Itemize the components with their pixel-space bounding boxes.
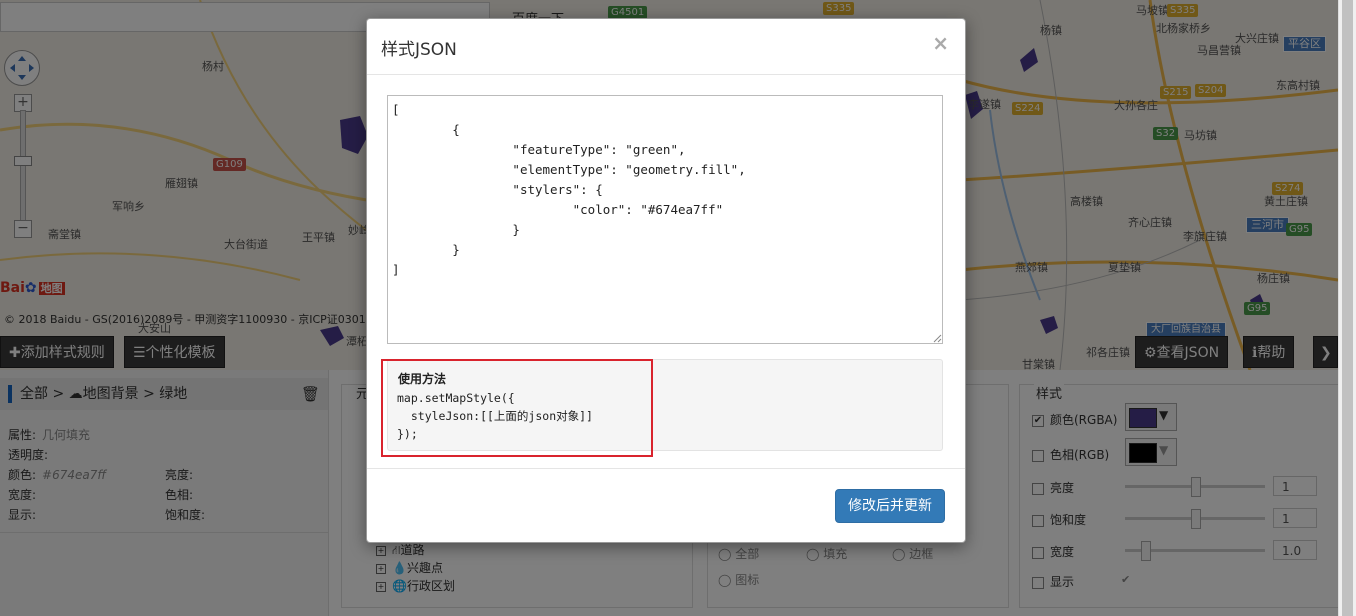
dialog-header: 样式JSON × (367, 19, 965, 75)
page-scrollbar[interactable] (1338, 0, 1356, 616)
resize-handle-icon[interactable] (933, 334, 942, 343)
style-json-dialog: 样式JSON × [ { "featureType": "green", "el… (366, 18, 966, 543)
update-button[interactable]: 修改后并更新 (835, 489, 945, 523)
scrollbar-thumb[interactable] (1342, 0, 1353, 616)
close-icon[interactable]: × (932, 31, 949, 55)
dialog-title: 样式JSON (381, 40, 457, 60)
highlight-box (381, 359, 653, 457)
json-textarea[interactable]: [ { "featureType": "green", "elementType… (387, 95, 943, 344)
dialog-footer: 修改后并更新 (367, 468, 965, 543)
